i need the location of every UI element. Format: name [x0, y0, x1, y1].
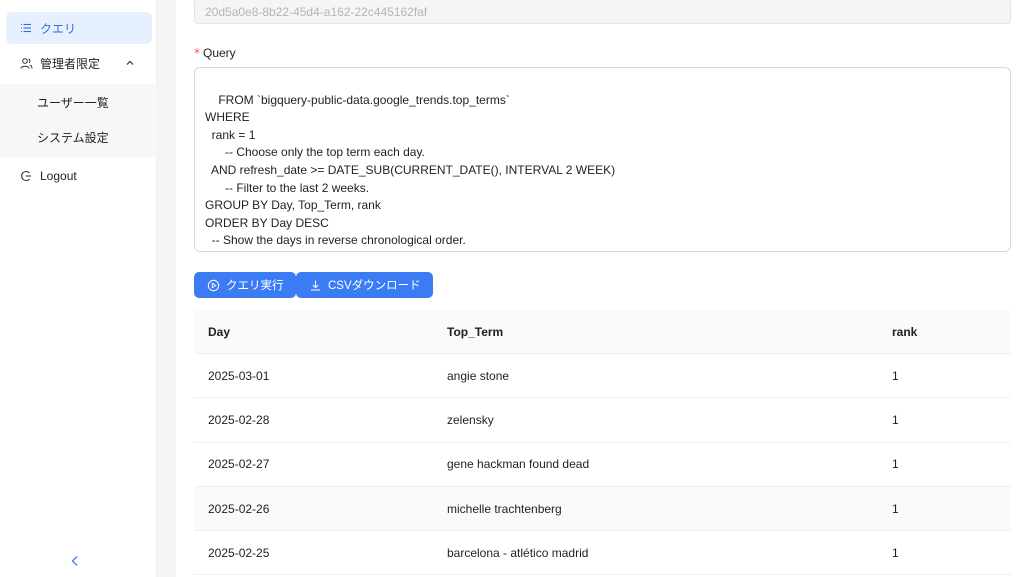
cell-day: 2025-02-27	[208, 457, 270, 472]
sidebar-item-label: ユーザー一覧	[37, 95, 109, 110]
run-query-button[interactable]: クエリ実行	[194, 272, 296, 298]
main-content: 20d5a0e8-8b22-45d4-a162-22c445162faf * Qu…	[176, 0, 1024, 577]
sidebar-item-logout[interactable]: Logout	[6, 160, 152, 192]
cell-day: 2025-02-26	[208, 501, 270, 516]
cell-rank: 1	[892, 457, 899, 472]
cell-top-term: zelensky	[447, 412, 494, 427]
admin-users-icon	[18, 55, 34, 71]
sidebar-item-user-list[interactable]: ユーザー一覧	[0, 86, 157, 118]
download-icon	[308, 278, 322, 292]
sidebar-item-label: Logout	[40, 169, 77, 183]
play-circle-icon	[206, 278, 220, 292]
cell-rank: 1	[892, 412, 899, 427]
cell-rank: 1	[892, 545, 899, 560]
cell-day: 2025-02-28	[208, 412, 270, 427]
table-row: 2025-02-25 barcelona - atlético madrid 1	[194, 531, 1011, 576]
chevron-up-icon	[124, 57, 136, 69]
table-header: Day Top_Term rank	[194, 310, 1011, 354]
list-icon	[18, 20, 34, 36]
resize-handle-icon[interactable]	[1000, 241, 1008, 249]
table-row: 2025-02-26 michelle trachtenberg 1	[194, 486, 1011, 532]
run-query-label: クエリ実行	[226, 280, 284, 292]
cell-rank: 1	[892, 368, 899, 383]
csv-download-button[interactable]: CSVダウンロード	[296, 272, 433, 298]
sidebar-item-label: システム設定	[37, 130, 109, 145]
sidebar-collapse-button[interactable]	[65, 552, 85, 572]
sidebar-item-label: 管理者限定	[40, 56, 101, 71]
table-row: 2025-02-27 gene hackman found dead 1	[194, 442, 1011, 487]
column-header-rank[interactable]: rank	[892, 325, 1011, 339]
sidebar-item-system-settings[interactable]: システム設定	[0, 121, 157, 153]
chevron-left-icon	[70, 555, 80, 570]
query-textarea[interactable]: FROM `bigquery-public-data.google_trends…	[194, 67, 1011, 252]
cell-day: 2025-03-01	[208, 368, 270, 383]
column-header-top-term[interactable]: Top_Term	[447, 325, 892, 339]
logout-icon	[18, 168, 34, 184]
sidebar-item-label: クエリ	[40, 21, 77, 36]
csv-download-label: CSVダウンロード	[328, 280, 421, 292]
required-mark: *	[194, 46, 200, 60]
id-field: 20d5a0e8-8b22-45d4-a162-22c445162faf	[194, 0, 1011, 24]
sidebar-item-admin[interactable]: 管理者限定	[6, 47, 152, 79]
cell-top-term: gene hackman found dead	[447, 457, 590, 472]
cell-top-term: angie stone	[447, 368, 510, 383]
cell-rank: 1	[892, 501, 899, 516]
sidebar-item-query[interactable]: クエリ	[6, 12, 152, 44]
query-text[interactable]: FROM `bigquery-public-data.google_trends…	[205, 93, 615, 248]
sidebar: クエリ 管理者限定 ユーザー一覧 システム設定 Logout	[0, 0, 157, 577]
table-row: 2025-03-01 angie stone 1	[194, 354, 1011, 399]
query-label: * Query	[194, 46, 236, 60]
column-header-day[interactable]: Day	[194, 325, 447, 339]
cell-day: 2025-02-25	[208, 545, 270, 560]
table-row: 2025-02-28 zelensky 1	[194, 398, 1011, 443]
query-label-text: Query	[203, 46, 236, 60]
cell-top-term: barcelona - atlético madrid	[447, 545, 589, 560]
results-table: Day Top_Term rank 2025-03-01 angie stone…	[194, 310, 1011, 576]
cell-top-term: michelle trachtenberg	[447, 501, 562, 516]
